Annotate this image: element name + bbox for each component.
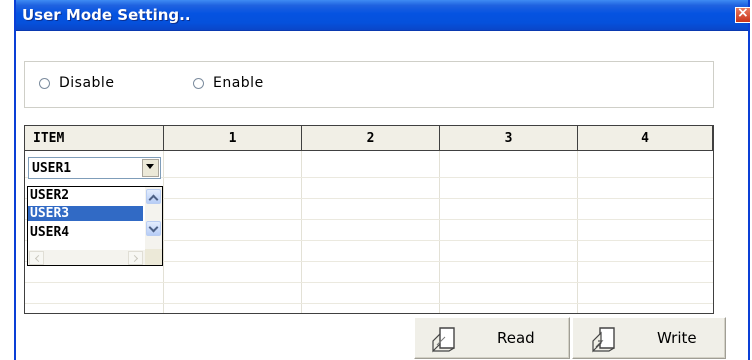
column-divider <box>439 151 440 313</box>
horizontal-scrollbar[interactable] <box>28 250 145 265</box>
read-document-icon <box>432 327 455 353</box>
chevron-down-icon <box>146 164 154 169</box>
scroll-left-button[interactable] <box>29 251 44 265</box>
scroll-right-button[interactable] <box>128 251 143 265</box>
enable-radio[interactable]: Enable <box>193 75 264 91</box>
dropdown-option-user4[interactable]: USER4 <box>28 225 143 240</box>
column-header-3: 3 <box>440 126 578 151</box>
row-divider <box>25 303 713 304</box>
chevron-down-icon <box>148 222 159 233</box>
chevron-up-icon <box>148 194 159 205</box>
column-header-4: 4 <box>578 126 713 151</box>
column-header-1: 1 <box>164 126 302 151</box>
write-button[interactable]: Write <box>572 317 726 359</box>
window-title: User Mode Setting.. <box>22 6 191 24</box>
column-header-2: 2 <box>302 126 440 151</box>
dropdown-button[interactable] <box>142 159 159 177</box>
write-button-label: Write <box>657 329 697 347</box>
disable-radio-label: Disable <box>59 75 115 91</box>
column-header-item: ITEM <box>25 126 164 151</box>
scrollbar-corner <box>145 249 162 265</box>
enable-radio-label: Enable <box>213 75 264 91</box>
title-bar[interactable]: User Mode Setting.. × <box>16 0 750 31</box>
disable-radio[interactable]: Disable <box>39 75 114 91</box>
item-select[interactable]: USER1 <box>28 157 161 179</box>
user-mode-grid: ITEM 1 2 3 4 USER1 USER2 USER3 USER4 <box>24 125 714 314</box>
scroll-up-button[interactable] <box>146 189 161 205</box>
close-button[interactable]: × <box>735 5 750 23</box>
item-select-value: USER1 <box>32 161 72 176</box>
chevron-left-icon <box>34 254 43 263</box>
column-divider <box>163 151 164 313</box>
radio-circle-icon <box>193 77 204 89</box>
vertical-scrollbar[interactable] <box>145 187 162 250</box>
column-divider <box>577 151 578 313</box>
radio-circle-icon <box>39 77 50 89</box>
dropdown-option-user2[interactable]: USER2 <box>28 188 143 203</box>
close-icon: × <box>737 5 749 21</box>
write-document-icon <box>592 327 615 353</box>
read-button-label: Read <box>497 329 535 347</box>
dropdown-option-user3[interactable]: USER3 <box>28 206 143 221</box>
mode-group: Disable Enable <box>24 61 714 108</box>
chevron-right-icon <box>130 254 139 263</box>
read-button[interactable]: Read <box>414 317 570 359</box>
item-dropdown-list[interactable]: USER2 USER3 USER4 <box>27 186 163 266</box>
row-divider <box>25 282 713 283</box>
column-divider <box>301 151 302 313</box>
scroll-down-button[interactable] <box>146 221 161 236</box>
